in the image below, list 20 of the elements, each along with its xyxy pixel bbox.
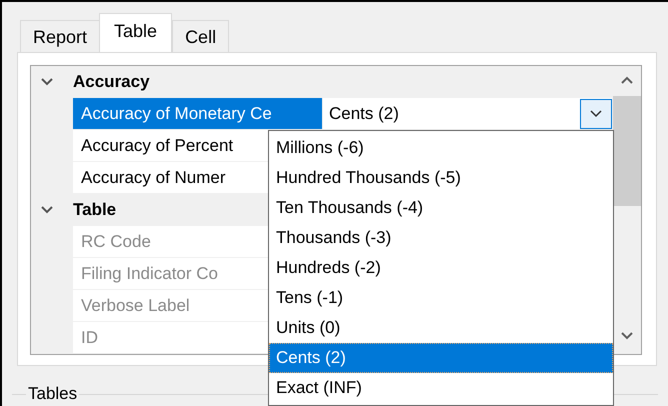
combo-value: Cents (2) (328, 102, 400, 125)
scrollbar[interactable] (612, 66, 641, 354)
tab[interactable]: Table (99, 13, 172, 52)
property-name[interactable]: Accuracy of Monetary Ce (73, 98, 322, 129)
chevron-down-icon (590, 110, 602, 118)
tab[interactable]: Report (20, 20, 100, 52)
value-combo[interactable]: Cents (2) (323, 98, 612, 129)
scroll-down-icon[interactable] (620, 332, 632, 340)
dropdown-option[interactable]: Ten Thousands (-4) (269, 193, 613, 223)
chevron-down-icon[interactable] (41, 204, 53, 216)
group-box-title: Tables (27, 384, 78, 404)
category-label: Table (73, 199, 116, 222)
scrollbar-thumb[interactable] (612, 96, 640, 206)
dropdown-button[interactable] (580, 98, 612, 128)
dropdown-option[interactable]: Cents (2) (269, 343, 613, 373)
dropdown-option[interactable]: Exact (INF) (269, 373, 613, 403)
scroll-up-icon[interactable] (620, 76, 632, 84)
category-label: Accuracy (73, 71, 150, 94)
chevron-down-icon[interactable] (41, 76, 53, 88)
tab[interactable]: Cell (172, 20, 230, 52)
